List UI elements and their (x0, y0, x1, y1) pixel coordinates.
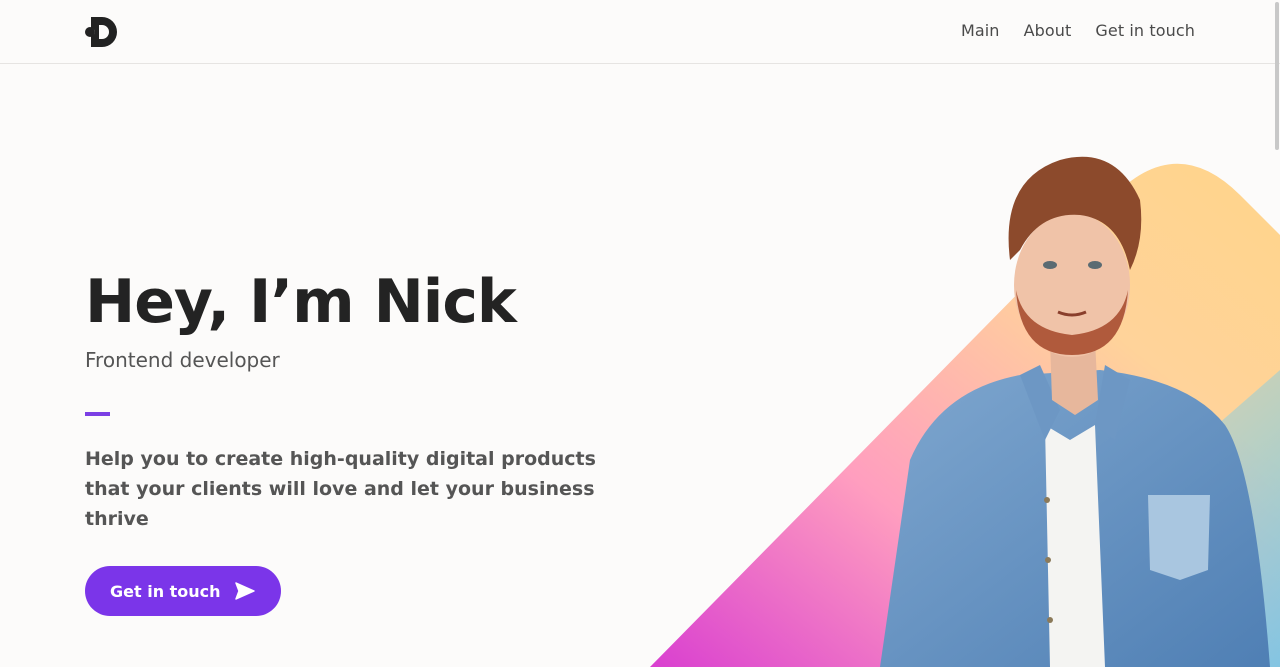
hero-section: Hey, I’m Nick Frontend developer Help yo… (85, 268, 685, 616)
nav-link-about[interactable]: About (1024, 21, 1072, 40)
nav-link-get-in-touch[interactable]: Get in touch (1095, 21, 1195, 40)
portrait-photo (880, 156, 1270, 667)
hero-description: Help you to create high-quality digital … (85, 448, 596, 530)
hero-title: Hey, I’m Nick (85, 267, 517, 337)
site-header: Main About Get in touch (0, 0, 1280, 64)
page-scrollbar[interactable] (1275, 2, 1279, 150)
main-nav: Main About Get in touch (961, 21, 1195, 40)
accent-divider (85, 412, 110, 416)
cta-label: Get in touch (110, 581, 221, 601)
nav-link-main[interactable]: Main (961, 21, 1000, 40)
d-logo-icon[interactable] (85, 14, 121, 50)
hero-subtitle: Frontend developer (85, 348, 280, 372)
send-icon (234, 582, 255, 600)
get-in-touch-button[interactable]: Get in touch (85, 566, 281, 616)
